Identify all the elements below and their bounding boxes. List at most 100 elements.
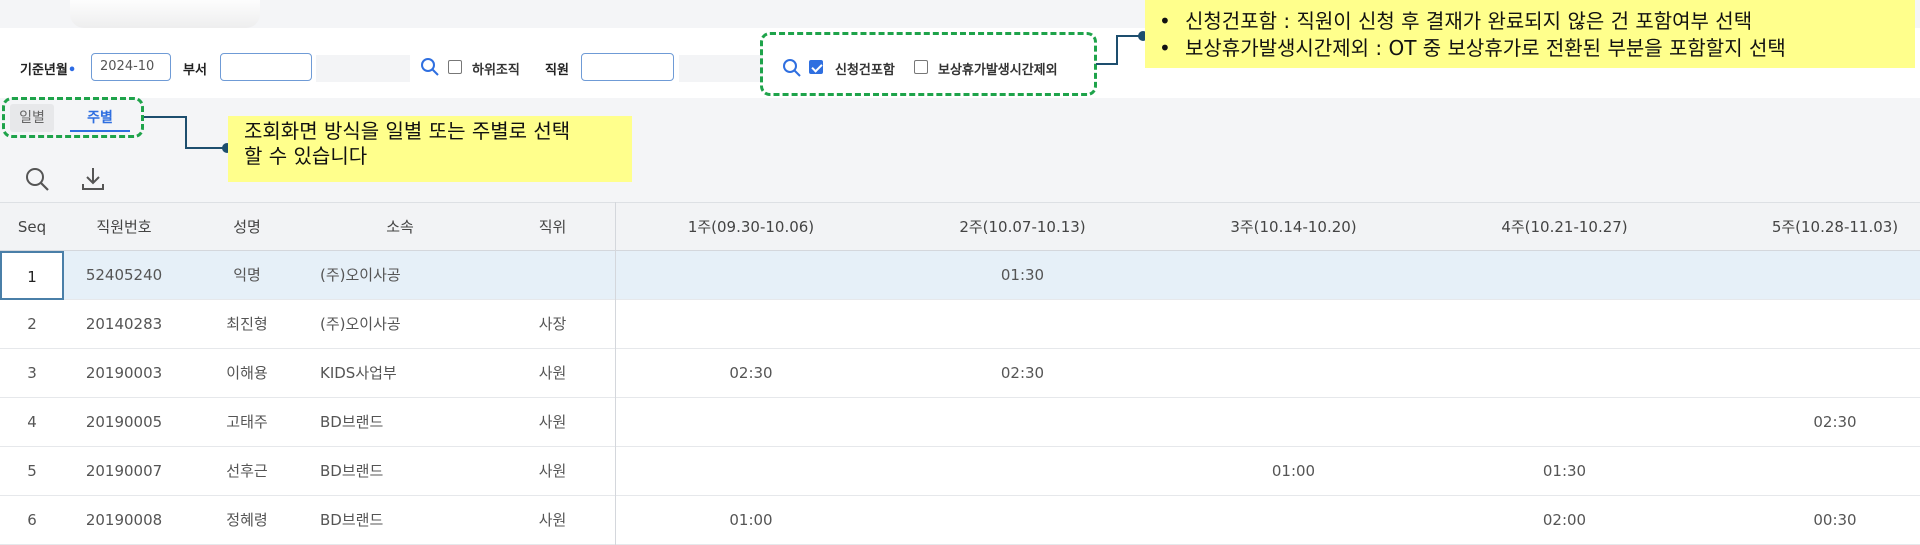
cell-week-2[interactable] xyxy=(887,300,1158,348)
employee-input[interactable] xyxy=(581,53,674,81)
cell-affiliation[interactable]: BD브랜드 xyxy=(320,447,490,495)
cell-week-2[interactable] xyxy=(887,398,1158,446)
col-name[interactable]: 성명 xyxy=(184,203,310,251)
view-tabs-highlight xyxy=(2,97,144,138)
col-week-3[interactable]: 3주(10.14-10.20) xyxy=(1158,203,1429,251)
cell-week-2[interactable]: 01:30 xyxy=(887,251,1158,299)
cell-seq[interactable]: 1 xyxy=(0,251,64,300)
cell-seq[interactable]: 6 xyxy=(0,496,64,544)
download-icon[interactable] xyxy=(80,166,106,192)
table-row[interactable]: 1 52405240 익명 (주)오이사공 01:30 xyxy=(0,251,1920,300)
cell-seq[interactable]: 2 xyxy=(0,300,64,348)
checkbox-options-callout: 신청건포함 : 직원이 신청 후 결재가 완료되지 않은 건 포함여부 선택 보… xyxy=(1145,0,1915,68)
employee-label: 직원 xyxy=(545,63,569,78)
connector-line xyxy=(1096,63,1118,65)
connector-line xyxy=(1116,35,1118,65)
cell-position[interactable]: 사장 xyxy=(490,300,615,348)
cell-week-5[interactable] xyxy=(1700,349,1920,397)
grid-header: Seq 직원번호 성명 소속 직위 1주(09.30-10.06) 2주(10.… xyxy=(0,202,1920,251)
cell-week-3[interactable] xyxy=(1158,251,1429,299)
cell-week-1[interactable] xyxy=(615,251,887,299)
cell-position[interactable]: 사원 xyxy=(490,447,615,495)
sub-org-checkbox[interactable] xyxy=(448,60,462,74)
col-employee-no[interactable]: 직원번호 xyxy=(64,203,184,251)
cell-week-1[interactable] xyxy=(615,447,887,495)
cell-name[interactable]: 이해용 xyxy=(184,349,310,397)
cell-affiliation[interactable]: (주)오이사공 xyxy=(320,300,490,348)
view-mode-note-line-2: 할 수 있습니다 xyxy=(244,144,368,168)
table-row[interactable]: 5 20190007 선후근 BD브랜드 사원 01:00 01:30 xyxy=(0,447,1920,496)
cell-week-5[interactable] xyxy=(1700,447,1920,495)
cell-position[interactable]: 사원 xyxy=(490,398,615,446)
checkbox-note-2: 보상휴가발생시간제외 : OT 중 보상휴가로 전환된 부분을 포함할지 선택 xyxy=(1159,36,1786,60)
cell-employee-no[interactable]: 20190005 xyxy=(64,398,184,446)
cell-week-1[interactable]: 01:00 xyxy=(615,496,887,544)
cell-week-5[interactable] xyxy=(1700,300,1920,348)
cell-affiliation[interactable]: BD브랜드 xyxy=(320,398,490,446)
cell-week-3[interactable]: 01:00 xyxy=(1158,447,1429,495)
base-month-label: 기준년월• xyxy=(20,59,76,78)
cell-week-1[interactable] xyxy=(615,398,887,446)
cell-name[interactable]: 최진형 xyxy=(184,300,310,348)
cell-affiliation[interactable]: BD브랜드 xyxy=(320,496,490,544)
col-affiliation[interactable]: 소속 xyxy=(310,203,490,251)
background-tab xyxy=(70,0,260,28)
base-month-input[interactable]: 2024-10 xyxy=(91,53,171,81)
cell-seq[interactable]: 5 xyxy=(0,447,64,495)
table-row[interactable]: 6 20190008 정혜령 BD브랜드 사원 01:00 02:00 00:30 xyxy=(0,496,1920,545)
cell-week-5[interactable]: 02:30 xyxy=(1700,398,1920,446)
checkbox-note-1: 신청건포함 : 직원이 신청 후 결재가 완료되지 않은 건 포함여부 선택 xyxy=(1159,9,1752,33)
cell-week-2[interactable] xyxy=(887,447,1158,495)
cell-name[interactable]: 정혜령 xyxy=(184,496,310,544)
cell-week-3[interactable] xyxy=(1158,349,1429,397)
cell-name[interactable]: 고태주 xyxy=(184,398,310,446)
cell-week-4[interactable] xyxy=(1429,300,1700,348)
base-month-label-text: 기준년월 xyxy=(20,63,68,78)
sub-org-label: 하위조직 xyxy=(472,63,520,78)
cell-affiliation[interactable]: (주)오이사공 xyxy=(320,251,490,299)
cell-seq[interactable]: 3 xyxy=(0,349,64,397)
search-icon[interactable] xyxy=(24,166,50,192)
overtime-grid: Seq 직원번호 성명 소속 직위 1주(09.30-10.06) 2주(10.… xyxy=(0,202,1920,545)
cell-name[interactable]: 익명 xyxy=(184,251,310,299)
cell-week-3[interactable] xyxy=(1158,300,1429,348)
cell-employee-no[interactable]: 20190003 xyxy=(64,349,184,397)
cell-affiliation[interactable]: KIDS사업부 xyxy=(320,349,490,397)
cell-name[interactable]: 선후근 xyxy=(184,447,310,495)
cell-employee-no[interactable]: 20190007 xyxy=(64,447,184,495)
cell-week-2[interactable] xyxy=(887,496,1158,544)
cell-week-1[interactable]: 02:30 xyxy=(615,349,887,397)
cell-week-2[interactable]: 02:30 xyxy=(887,349,1158,397)
department-input[interactable] xyxy=(220,53,312,81)
cell-seq[interactable]: 4 xyxy=(0,398,64,446)
cell-position[interactable]: 사원 xyxy=(490,349,615,397)
col-week-4[interactable]: 4주(10.21-10.27) xyxy=(1429,203,1700,251)
view-mode-callout: 조회화면 방식을 일별 또는 주별로 선택 할 수 있습니다 xyxy=(228,116,632,182)
cell-position[interactable]: 사원 xyxy=(490,496,615,544)
cell-week-4[interactable]: 01:30 xyxy=(1429,447,1700,495)
cell-week-1[interactable] xyxy=(615,300,887,348)
cell-week-3[interactable] xyxy=(1158,496,1429,544)
cell-week-5[interactable]: 00:30 xyxy=(1700,496,1920,544)
cell-week-5[interactable] xyxy=(1700,251,1920,299)
cell-week-3[interactable] xyxy=(1158,398,1429,446)
table-row[interactable]: 3 20190003 이해용 KIDS사업부 사원 02:30 02:30 xyxy=(0,349,1920,398)
department-label: 부서 xyxy=(183,63,207,78)
cell-week-4[interactable] xyxy=(1429,251,1700,299)
col-seq[interactable]: Seq xyxy=(0,203,64,251)
cell-week-4[interactable] xyxy=(1429,398,1700,446)
table-row[interactable]: 4 20190005 고태주 BD브랜드 사원 02:30 xyxy=(0,398,1920,447)
col-week-2[interactable]: 2주(10.07-10.13) xyxy=(887,203,1158,251)
col-week-1[interactable]: 1주(09.30-10.06) xyxy=(615,203,887,251)
cell-week-4[interactable] xyxy=(1429,349,1700,397)
col-position[interactable]: 직위 xyxy=(490,203,615,251)
cell-employee-no[interactable]: 20140283 xyxy=(64,300,184,348)
table-row[interactable]: 2 20140283 최진형 (주)오이사공 사장 xyxy=(0,300,1920,349)
department-search-icon[interactable] xyxy=(420,57,440,77)
cell-position[interactable] xyxy=(490,251,615,299)
cell-week-4[interactable]: 02:00 xyxy=(1429,496,1700,544)
cell-employee-no[interactable]: 52405240 xyxy=(64,251,184,299)
cell-employee-no[interactable]: 20190008 xyxy=(64,496,184,544)
col-week-5[interactable]: 5주(10.28-11.03) xyxy=(1700,203,1920,251)
required-mark: • xyxy=(67,63,77,78)
